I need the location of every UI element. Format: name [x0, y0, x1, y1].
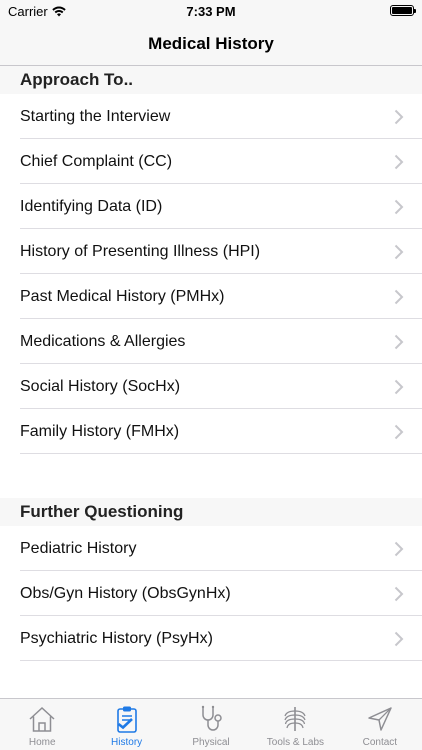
paper-plane-icon — [368, 707, 392, 731]
chevron-right-icon — [394, 631, 404, 646]
chevron-right-icon — [394, 334, 404, 349]
tab-label: Tools & Labs — [266, 737, 325, 748]
list-item-label: Identifying Data (ID) — [20, 197, 163, 215]
page-title: Medical History — [148, 33, 274, 53]
tab-physical[interactable]: Physical — [169, 699, 253, 750]
chevron-right-icon — [394, 199, 404, 214]
list-item[interactable]: Chief Complaint (CC) — [0, 139, 422, 184]
chevron-right-icon — [394, 541, 404, 556]
list-item[interactable]: Pediatric History — [0, 526, 422, 571]
list-item[interactable]: Social History (SocHx) — [0, 364, 422, 409]
tab-home[interactable]: Home — [0, 699, 84, 750]
chevron-right-icon — [394, 289, 404, 304]
tab-label: History — [111, 737, 143, 748]
status-bar: Carrier 7:33 PM — [0, 0, 422, 22]
history-list[interactable]: Approach To.. Starting the Interview Chi… — [0, 66, 422, 698]
list-item[interactable]: Obs/Gyn History (ObsGynHx) — [0, 571, 422, 616]
tab-label: Contact — [362, 737, 398, 748]
list-item[interactable]: History of Presenting Illness (HPI) — [0, 229, 422, 274]
list-item-label: Social History (SocHx) — [20, 377, 181, 395]
tab-bar: Home History Physical Tools & Labs Conta… — [0, 698, 422, 750]
chevron-right-icon — [394, 424, 404, 439]
chevron-right-icon — [394, 586, 404, 601]
list-item-label: Family History (FMHx) — [20, 422, 180, 440]
chevron-right-icon — [394, 244, 404, 259]
chevron-right-icon — [394, 379, 404, 394]
house-icon — [29, 706, 55, 732]
tab-tools-labs[interactable]: Tools & Labs — [253, 699, 337, 750]
list-item[interactable]: Family History (FMHx) — [0, 409, 422, 454]
stethoscope-icon — [201, 705, 222, 731]
list-item[interactable]: Past Medical History (PMHx) — [0, 274, 422, 319]
list-item-label: Medications & Allergies — [20, 332, 186, 350]
list-item-label: Past Medical History (PMHx) — [20, 287, 225, 305]
list-item-label: Chief Complaint (CC) — [20, 152, 173, 170]
battery-icon — [390, 5, 416, 16]
list-item-label: Starting the Interview — [20, 107, 171, 125]
list-item-label: Psychiatric History (PsyHx) — [20, 629, 213, 647]
navigation-bar: Medical History — [0, 22, 422, 66]
list-item[interactable]: Medications & Allergies — [0, 319, 422, 364]
chevron-right-icon — [394, 154, 404, 169]
clipboard-check-icon — [116, 706, 137, 733]
list-item[interactable]: Identifying Data (ID) — [0, 184, 422, 229]
tab-label: Physical — [192, 737, 230, 748]
list-item-label: Obs/Gyn History (ObsGynHx) — [20, 584, 231, 602]
tab-label: Home — [28, 737, 56, 748]
section-header-approach: Approach To.. — [0, 66, 422, 94]
tab-contact[interactable]: Contact — [338, 699, 422, 750]
xray-ribcage-icon — [284, 707, 307, 731]
tab-history[interactable]: History — [84, 699, 168, 750]
section-header-further-questioning: Further Questioning — [0, 498, 422, 526]
list-item[interactable]: Starting the Interview — [0, 94, 422, 139]
list-item-label: Pediatric History — [20, 539, 137, 557]
status-time: 7:33 PM — [186, 4, 236, 19]
section-spacer — [0, 454, 422, 498]
list-item[interactable]: Psychiatric History (PsyHx) — [0, 616, 422, 661]
list-item-label: History of Presenting Illness (HPI) — [20, 242, 261, 260]
chevron-right-icon — [394, 109, 404, 124]
